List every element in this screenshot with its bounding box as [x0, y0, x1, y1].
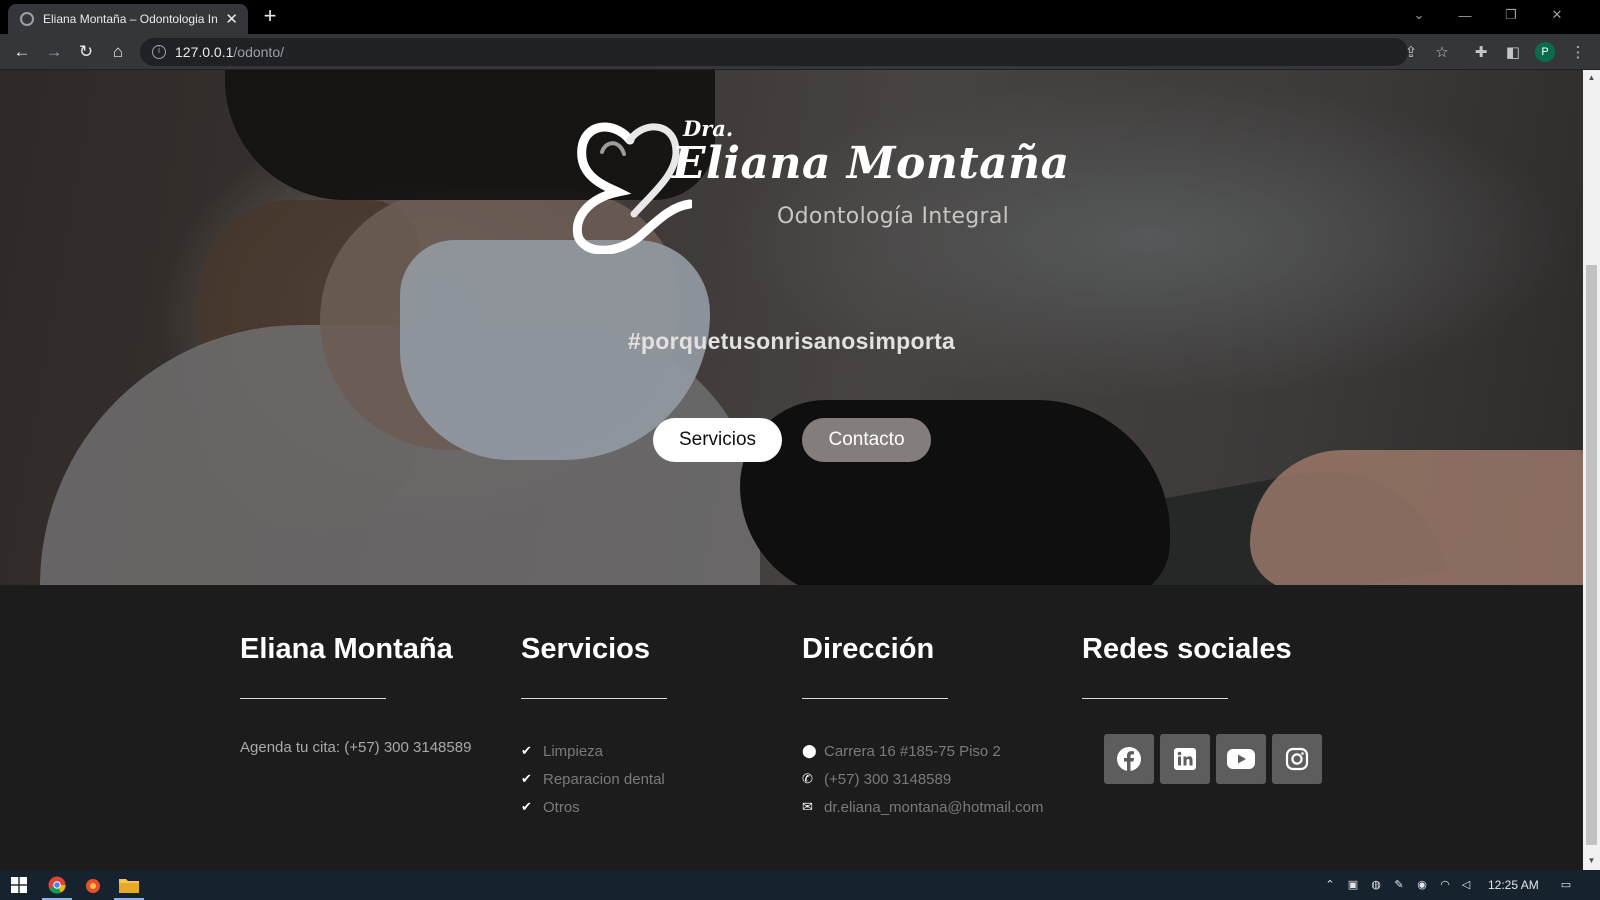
check-icon: ✔ [521, 743, 532, 759]
chevron-up-icon[interactable]: ⌃ [1322, 877, 1338, 893]
chrome-icon [48, 876, 66, 894]
address-bar[interactable]: i 127.0.0.1/odonto/ [140, 38, 1408, 66]
footer: Eliana Montaña Agenda tu cita: (+57) 300… [0, 585, 1583, 870]
tray-pen-icon[interactable]: ✎ [1391, 877, 1407, 893]
map-pin-icon: ⬤ [802, 743, 817, 759]
address-street: Carrera 16 #185-75 Piso 2 [824, 742, 1001, 760]
side-panel-icon[interactable]: ◧ [1502, 41, 1524, 63]
linkedin-icon [1174, 748, 1196, 770]
scroll-down-icon[interactable]: ▼ [1583, 856, 1600, 865]
check-icon: ✔ [521, 799, 532, 815]
browser-tab[interactable]: Eliana Montaña – Odontologia In ✕ [8, 4, 248, 34]
facebook-icon [1117, 747, 1141, 771]
restore-button[interactable]: ❐ [1488, 0, 1534, 30]
divider [802, 698, 948, 699]
new-tab-button[interactable]: + [258, 5, 282, 29]
page-scrollbar[interactable]: ▲ ▼ [1583, 70, 1600, 870]
service-item[interactable]: ✔ Otros [521, 793, 667, 821]
browser-toolbar: ← → ↻ ⌂ i 127.0.0.1/odonto/ ⇪ ☆ ✚ ◧ ⋮ [0, 34, 1600, 70]
divider [1082, 698, 1228, 699]
logo-name: Eliana Montaña [672, 138, 1070, 189]
appointment-text: Agenda tu cita: (+57) 300 3148589 [240, 739, 472, 756]
wifi-icon[interactable]: ◠ [1437, 877, 1453, 893]
profile-avatar[interactable]: P [1535, 42, 1555, 62]
youtube-button[interactable] [1216, 734, 1266, 784]
service-label: Otros [543, 798, 580, 816]
service-label: Reparacion dental [543, 770, 665, 788]
windows-logo-icon [11, 877, 27, 893]
linkedin-button[interactable] [1160, 734, 1210, 784]
footer-address-column: Dirección ⬤ Carrera 16 #185-75 Piso 2 ✆ (+… [802, 633, 1044, 821]
email-item[interactable]: ✉ dr.eliana_montana@hotmail.com [802, 793, 1044, 821]
notifications-icon[interactable]: ▭ [1558, 877, 1574, 893]
globe-icon [20, 12, 34, 26]
reload-icon[interactable]: ↻ [72, 38, 100, 66]
phone-item[interactable]: ✆ (+57) 300 3148589 [802, 765, 1044, 793]
taskbar-app[interactable] [74, 873, 112, 897]
home-icon[interactable]: ⌂ [104, 38, 132, 66]
browser-tabbar: Eliana Montaña – Odontologia In ✕ + ⌄ — … [0, 0, 1600, 34]
instagram-button[interactable] [1272, 734, 1322, 784]
back-icon[interactable]: ← [8, 38, 36, 66]
footer-social-heading: Redes sociales [1082, 633, 1292, 665]
share-icon[interactable]: ⇪ [1400, 41, 1422, 63]
close-tab-icon[interactable]: ✕ [225, 10, 238, 28]
address-phone: (+57) 300 3148589 [824, 770, 952, 788]
page-viewport: Dra. Eliana Montaña Odontología Integral… [0, 70, 1583, 870]
app-icon [86, 879, 100, 893]
youtube-icon [1227, 749, 1255, 769]
instagram-icon [1285, 747, 1309, 771]
footer-brand-column: Eliana Montaña Agenda tu cita: (+57) 300… [240, 633, 471, 756]
address-email: dr.eliana_montana@hotmail.com [824, 798, 1044, 816]
footer-services-heading: Servicios [521, 633, 650, 665]
url-host: 127.0.0.1 [175, 44, 234, 60]
contacto-button[interactable]: Contacto [802, 418, 931, 462]
tray-monitor-icon[interactable]: ▣ [1345, 877, 1361, 893]
servicios-button[interactable]: Servicios [653, 418, 782, 462]
tray-globe-icon[interactable]: ◍ [1368, 877, 1384, 893]
footer-social-column: Redes sociales [1082, 633, 1322, 784]
extensions-icon[interactable]: ✚ [1470, 41, 1492, 63]
url-text: 127.0.0.1/odonto/ [175, 44, 284, 60]
hero-section: Dra. Eliana Montaña Odontología Integral… [0, 70, 1583, 585]
social-buttons [1104, 734, 1322, 784]
close-window-button[interactable]: ✕ [1534, 0, 1580, 30]
service-label: Limpieza [543, 742, 604, 760]
site-info-icon[interactable]: i [152, 45, 166, 59]
taskbar-chrome[interactable] [38, 873, 76, 900]
forward-icon[interactable]: → [40, 38, 68, 66]
minimize-button[interactable]: — [1442, 0, 1488, 30]
tray-app-icon[interactable]: ◉ [1414, 877, 1430, 893]
hero-hashtag: #porquetusonrisanosimporta [627, 328, 956, 354]
divider [240, 698, 386, 699]
service-item[interactable]: ✔ Reparacion dental [521, 765, 667, 793]
footer-address-heading: Dirección [802, 633, 935, 665]
footer-brand-heading: Eliana Montaña [240, 633, 453, 665]
tab-title: Eliana Montaña – Odontologia In [43, 12, 218, 26]
logo[interactable]: Dra. Eliana Montaña Odontología Integral [572, 112, 1069, 262]
menu-icon[interactable]: ⋮ [1567, 41, 1589, 63]
volume-icon[interactable]: ◁ [1458, 877, 1474, 893]
tab-search-icon[interactable]: ⌄ [1396, 0, 1442, 30]
taskbar-file-explorer[interactable] [110, 873, 148, 900]
logo-subtitle: Odontología Integral [777, 204, 1010, 229]
divider [521, 698, 667, 699]
service-item[interactable]: ✔ Limpieza [521, 737, 667, 765]
os-taskbar: ⌃ ▣ ◍ ✎ ◉ ◠ ◁ 12:25 AM ▭ [0, 870, 1600, 900]
scroll-thumb[interactable] [1586, 265, 1597, 845]
url-path: /odonto/ [233, 44, 284, 60]
whatsapp-icon: ✆ [802, 771, 813, 787]
bookmark-star-icon[interactable]: ☆ [1431, 41, 1453, 63]
facebook-button[interactable] [1104, 734, 1154, 784]
services-list: ✔ Limpieza ✔ Reparacion dental ✔ Otros [521, 737, 667, 821]
taskbar-clock[interactable]: 12:25 AM [1488, 878, 1539, 892]
folder-icon [119, 879, 139, 893]
footer-services-column: Servicios ✔ Limpieza ✔ Reparacion dental ✔… [521, 633, 667, 821]
address-item: ⬤ Carrera 16 #185-75 Piso 2 [802, 737, 1044, 765]
address-list: ⬤ Carrera 16 #185-75 Piso 2 ✆ (+57) 300 31… [802, 737, 1044, 821]
scroll-up-icon[interactable]: ▲ [1583, 73, 1600, 82]
check-icon: ✔ [521, 771, 532, 787]
windows-start-button[interactable] [0, 873, 38, 897]
envelope-icon: ✉ [802, 799, 813, 815]
